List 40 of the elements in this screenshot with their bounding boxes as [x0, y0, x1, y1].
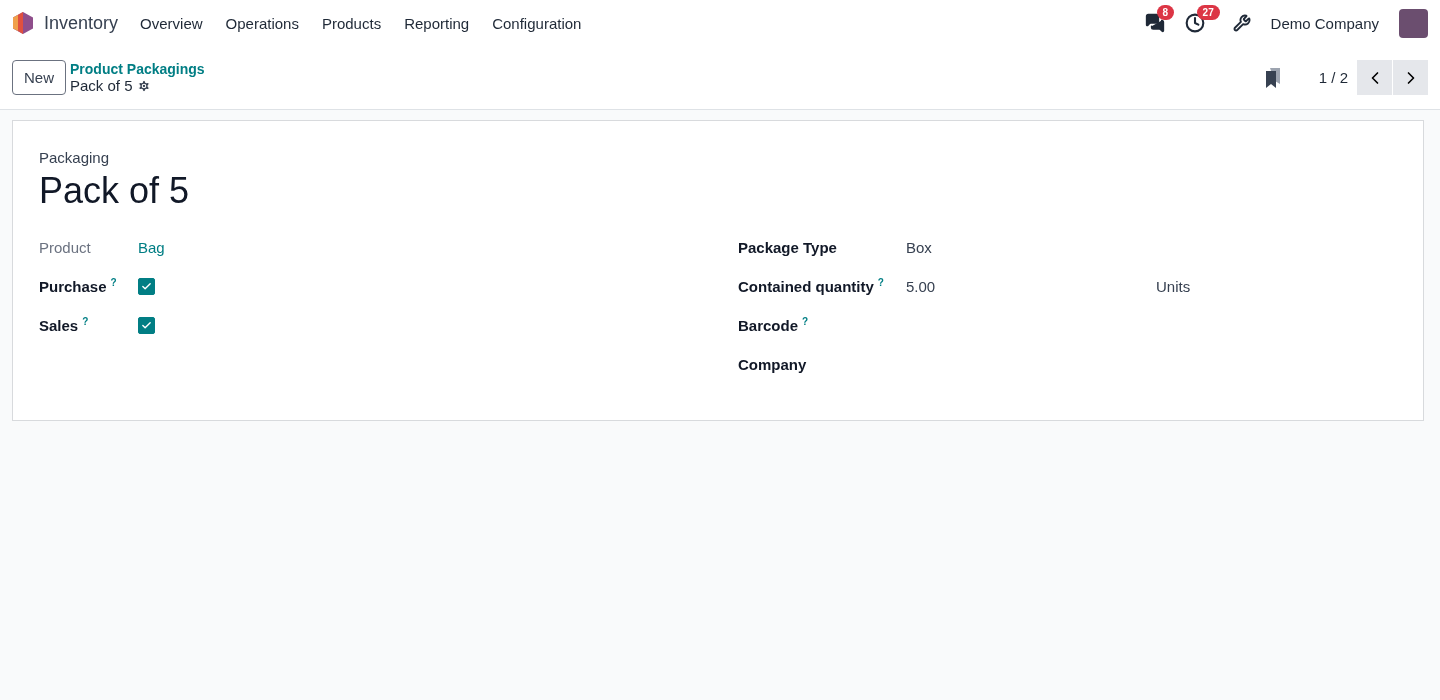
- checkbox[interactable]: [138, 317, 155, 334]
- field-label: Company: [738, 355, 807, 373]
- menu-item[interactable]: Reporting: [404, 14, 470, 32]
- breadcrumb-link[interactable]: Product Packagings: [70, 61, 205, 77]
- bookmark-icon[interactable]: [1264, 67, 1281, 88]
- message-count-badge: 8: [1156, 5, 1175, 20]
- user-avatar[interactable]: [1399, 8, 1428, 38]
- help-tooltip[interactable]: ?: [82, 315, 89, 327]
- help-tooltip[interactable]: ?: [877, 276, 884, 288]
- activity-count-badge: 27: [1196, 5, 1220, 20]
- unit-label: Units: [1156, 278, 1192, 295]
- field-label: Package Type: [738, 238, 837, 256]
- menu-item[interactable]: Products: [321, 14, 382, 32]
- field-label: Barcode: [738, 317, 799, 335]
- app-name[interactable]: Inventory: [44, 12, 119, 34]
- field-label: Product: [39, 238, 91, 256]
- field-label: Purchase: [39, 278, 107, 296]
- menu-item[interactable]: Configuration: [492, 14, 582, 32]
- product-link[interactable]: Bag: [138, 238, 165, 256]
- field-value: 5.00: [906, 278, 937, 295]
- pager-value[interactable]: 1 / 2: [1318, 69, 1348, 86]
- help-tooltip[interactable]: ?: [110, 276, 117, 288]
- record-title: Pack of 5: [39, 170, 191, 212]
- menu-item[interactable]: Overview: [140, 14, 203, 32]
- field-label: Sales: [39, 317, 79, 335]
- check-icon: [141, 281, 152, 292]
- check-icon: [141, 320, 152, 331]
- field-value: Box: [906, 238, 932, 256]
- tools-icon[interactable]: [1232, 14, 1251, 32]
- chat-icon[interactable]: [1144, 13, 1165, 33]
- menu-item[interactable]: Operations: [225, 14, 299, 32]
- new-button[interactable]: New: [12, 60, 66, 95]
- field-label: Contained quantity: [738, 278, 874, 296]
- settings-icon[interactable]: [136, 78, 151, 93]
- checkbox[interactable]: [138, 278, 155, 295]
- record-name: Pack of 5: [70, 77, 133, 94]
- help-tooltip[interactable]: ?: [802, 315, 809, 327]
- app-logo-icon[interactable]: [12, 11, 34, 35]
- company-name[interactable]: Demo Company: [1270, 14, 1379, 32]
- form-subtitle: Packaging: [39, 149, 111, 166]
